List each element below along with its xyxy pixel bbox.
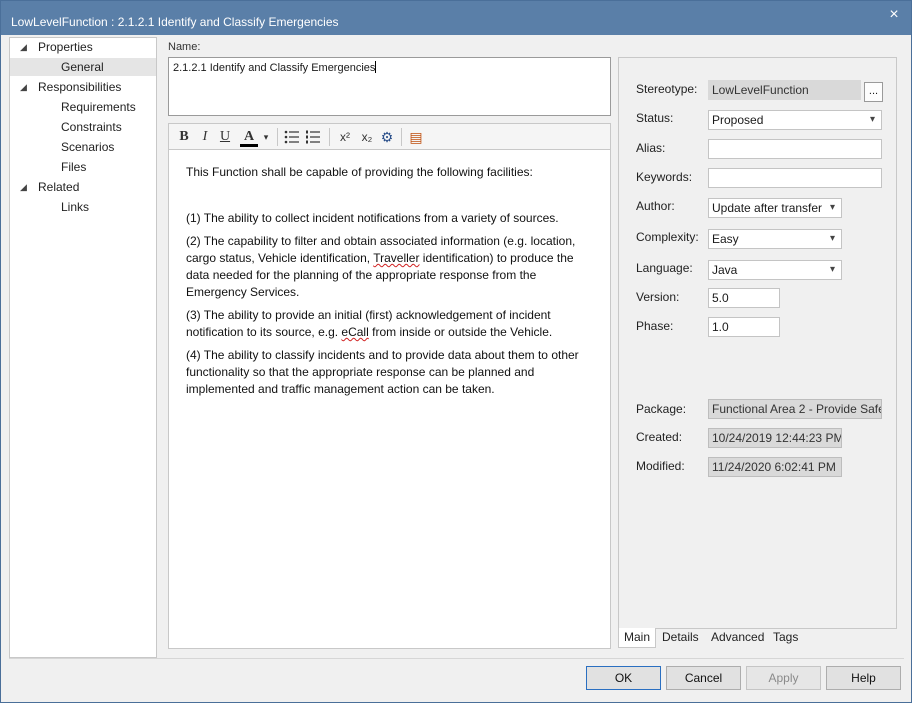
tab-tags[interactable]: Tags	[768, 628, 803, 648]
tree-item-requirements[interactable]: Requirements	[61, 98, 136, 116]
tab-advanced[interactable]: Advanced	[706, 628, 769, 648]
keywords-label: Keywords:	[636, 170, 693, 184]
alias-label: Alias:	[636, 141, 666, 155]
tab-main[interactable]: Main	[618, 628, 657, 648]
underline-button[interactable]: U	[218, 127, 232, 147]
window-title: LowLevelFunction : 2.1.2.1 Identify and …	[11, 15, 339, 29]
editor-paragraph: This Function shall be capable of provid…	[186, 165, 533, 179]
expand-toggle-properties[interactable]: ◢	[20, 38, 30, 56]
editor-paragraph: (1) The ability to collect incident noti…	[186, 211, 559, 225]
footer-divider	[9, 658, 904, 659]
numbered-list-icon[interactable]	[305, 127, 321, 147]
tree-item-properties[interactable]: Properties	[38, 38, 93, 56]
tab-details[interactable]: Details	[657, 628, 704, 648]
tree-item-scenarios[interactable]: Scenarios	[61, 138, 114, 156]
tree-item-responsibilities[interactable]: Responsibilities	[38, 78, 121, 96]
notes-editor[interactable]: This Function shall be capable of provid…	[168, 149, 611, 649]
misspelled-word: eCall	[341, 325, 369, 339]
alias-input[interactable]	[708, 139, 882, 159]
bold-button[interactable]: B	[177, 127, 191, 147]
stereotype-field: LowLevelFunction	[708, 80, 861, 100]
name-field[interactable]: 2.1.2.1 Identify and Classify Emergencie…	[168, 57, 611, 116]
status-select[interactable]: Proposed	[708, 110, 882, 130]
title-bar: LowLevelFunction : 2.1.2.1 Identify and …	[1, 1, 911, 35]
superscript-button[interactable]: x²	[336, 127, 354, 147]
name-value: 2.1.2.1 Identify and Classify Emergencie…	[173, 62, 376, 74]
editor-paragraph: (3) The ability to provide an initial (f…	[186, 307, 593, 341]
insert-object-icon[interactable]: ⚙	[378, 127, 396, 147]
author-select[interactable]: Update after transfer	[708, 198, 842, 218]
expand-toggle-responsibilities[interactable]: ◢	[20, 78, 30, 96]
bullet-list-icon[interactable]	[284, 127, 300, 147]
font-color-dropdown-icon[interactable]: ▾	[261, 127, 271, 147]
modified-field: 11/24/2020 6:02:41 PM	[708, 457, 842, 477]
toolbar-separator	[329, 128, 330, 146]
created-label: Created:	[636, 430, 683, 444]
tree-item-links[interactable]: Links	[61, 198, 89, 216]
complexity-select[interactable]: Easy	[708, 229, 842, 249]
navigation-tree: ◢ Properties General ◢ Responsibilities …	[9, 37, 157, 658]
stereotype-label: Stereotype:	[636, 82, 698, 96]
keywords-input[interactable]	[708, 168, 882, 188]
formatting-toolbar: B I U A ▾ x² x₂ ⚙ ▤	[168, 123, 611, 149]
package-field: Functional Area 2 - Provide Safety	[708, 399, 882, 419]
language-select[interactable]: Java	[708, 260, 842, 280]
modified-label: Modified:	[636, 459, 685, 473]
tree-item-general[interactable]: General	[10, 58, 156, 76]
created-field: 10/24/2019 12:44:23 PM	[708, 428, 842, 448]
apply-button[interactable]: Apply	[746, 666, 821, 690]
cancel-button[interactable]: Cancel	[666, 666, 741, 690]
status-label: Status:	[636, 111, 674, 125]
font-color-button[interactable]: A	[240, 127, 258, 147]
tree-item-constraints[interactable]: Constraints	[61, 118, 122, 136]
editor-text: from inside or outside the Vehicle.	[368, 325, 553, 339]
subscript-button[interactable]: x₂	[358, 127, 376, 147]
expand-toggle-related[interactable]: ◢	[20, 178, 30, 196]
phase-label: Phase:	[636, 319, 674, 333]
package-label: Package:	[636, 402, 687, 416]
toolbar-separator	[401, 128, 402, 146]
author-label: Author:	[636, 199, 675, 213]
version-label: Version:	[636, 290, 680, 304]
phase-input[interactable]: 1.0	[708, 317, 780, 337]
toolbar-separator	[277, 128, 278, 146]
misspelled-word: Traveller	[373, 251, 420, 265]
stereotype-browse-button[interactable]: ...	[864, 82, 883, 102]
properties-dialog: LowLevelFunction : 2.1.2.1 Identify and …	[0, 0, 912, 703]
complexity-label: Complexity:	[636, 230, 699, 244]
page-icon[interactable]: ▤	[408, 127, 424, 147]
tree-item-related[interactable]: Related	[38, 178, 79, 196]
italic-button[interactable]: I	[198, 127, 212, 147]
language-label: Language:	[636, 261, 693, 275]
help-button[interactable]: Help	[826, 666, 901, 690]
tree-item-files[interactable]: Files	[61, 158, 86, 176]
editor-paragraph: (4) The ability to classify incidents an…	[186, 348, 579, 396]
ok-button[interactable]: OK	[586, 666, 661, 690]
text-caret	[375, 61, 377, 73]
name-label: Name:	[168, 41, 201, 53]
close-icon[interactable]: ×	[883, 5, 905, 25]
properties-panel: Stereotype: LowLevelFunction ... Status:…	[618, 57, 897, 629]
editor-paragraph: (2) The capability to filter and obtain …	[186, 233, 593, 301]
version-input[interactable]: 5.0	[708, 288, 780, 308]
